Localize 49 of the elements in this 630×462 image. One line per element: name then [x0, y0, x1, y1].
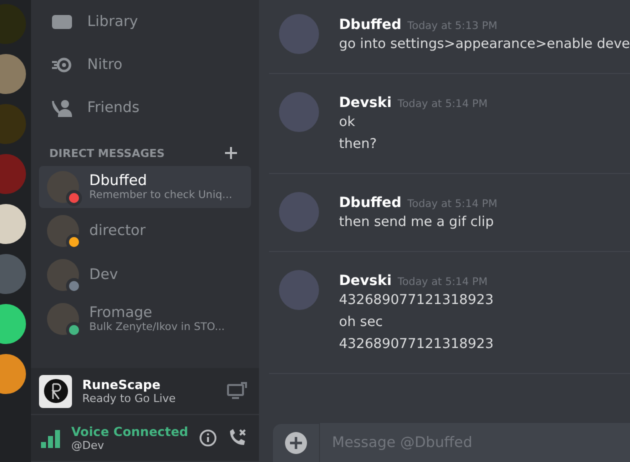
timestamp: Today at 5:14 PM — [407, 198, 498, 210]
author-name[interactable]: Dbuffed — [338, 195, 402, 211]
author-name[interactable]: Dbuffed — [338, 17, 402, 33]
timestamp: Today at 5:13 PM — [407, 20, 498, 32]
voice-status: Voice Connected — [71, 424, 189, 439]
dm-name: Fromage — [89, 305, 154, 321]
voice-channel[interactable]: @Dev — [71, 439, 189, 452]
dm-name: Dev — [89, 267, 118, 283]
game-subtitle: Ready to Go Live — [82, 392, 177, 405]
nav-item[interactable]: Friends — [31, 86, 259, 129]
dm-item[interactable]: Dev — [39, 254, 251, 296]
dm-item[interactable]: Dbuffed Remember to check Uniq... — [39, 166, 251, 208]
dm-name: director — [89, 223, 146, 239]
message-text: oh sec — [338, 313, 384, 332]
go-live-button[interactable] — [226, 382, 247, 400]
message-text: 432689077121318923 — [338, 335, 494, 354]
message-text: ok — [338, 113, 356, 132]
nitro-icon — [51, 56, 74, 72]
nav-label: Friends — [87, 100, 140, 116]
message-text: then send me a gif clip — [338, 213, 495, 232]
message-text: go into settings>appearance>enable deve — [338, 35, 630, 54]
game-logo — [39, 374, 72, 408]
add-icon[interactable] — [224, 147, 237, 159]
message-text: then? — [338, 135, 378, 154]
timestamp: Today at 5:14 PM — [398, 276, 488, 288]
custom-status: Remember to check Uniq... — [89, 189, 232, 201]
plus-icon — [290, 437, 302, 449]
nav-label: Library — [87, 14, 138, 30]
nav-label: Nitro — [87, 56, 122, 72]
game-title: RuneScape — [82, 377, 162, 392]
author-name[interactable]: Devski — [338, 273, 392, 289]
message-text: 432689077121318923 — [338, 291, 494, 310]
signal-icon — [39, 427, 62, 449]
avatar — [278, 92, 319, 132]
info-button[interactable] — [198, 429, 217, 447]
avatar — [278, 192, 319, 232]
timestamp: Today at 5:14 PM — [398, 98, 488, 110]
custom-status: Bulk Zenyte/Ikov in STO... — [89, 321, 225, 333]
dm-item[interactable]: Fromage Bulk Zenyte/Ikov in STO... — [39, 298, 251, 340]
nav-item[interactable]: Library — [31, 0, 259, 43]
avatar — [278, 14, 319, 54]
dm-item[interactable]: director — [39, 210, 251, 252]
nav-item[interactable]: Nitro — [31, 43, 259, 86]
friends-icon — [51, 98, 74, 116]
author-name[interactable]: Devski — [338, 95, 392, 111]
dm-name: Dbuffed — [89, 173, 148, 189]
avatar — [278, 270, 319, 310]
section-title: DIRECT MESSAGES — [49, 146, 165, 160]
add-attachment-button[interactable] — [284, 432, 307, 454]
